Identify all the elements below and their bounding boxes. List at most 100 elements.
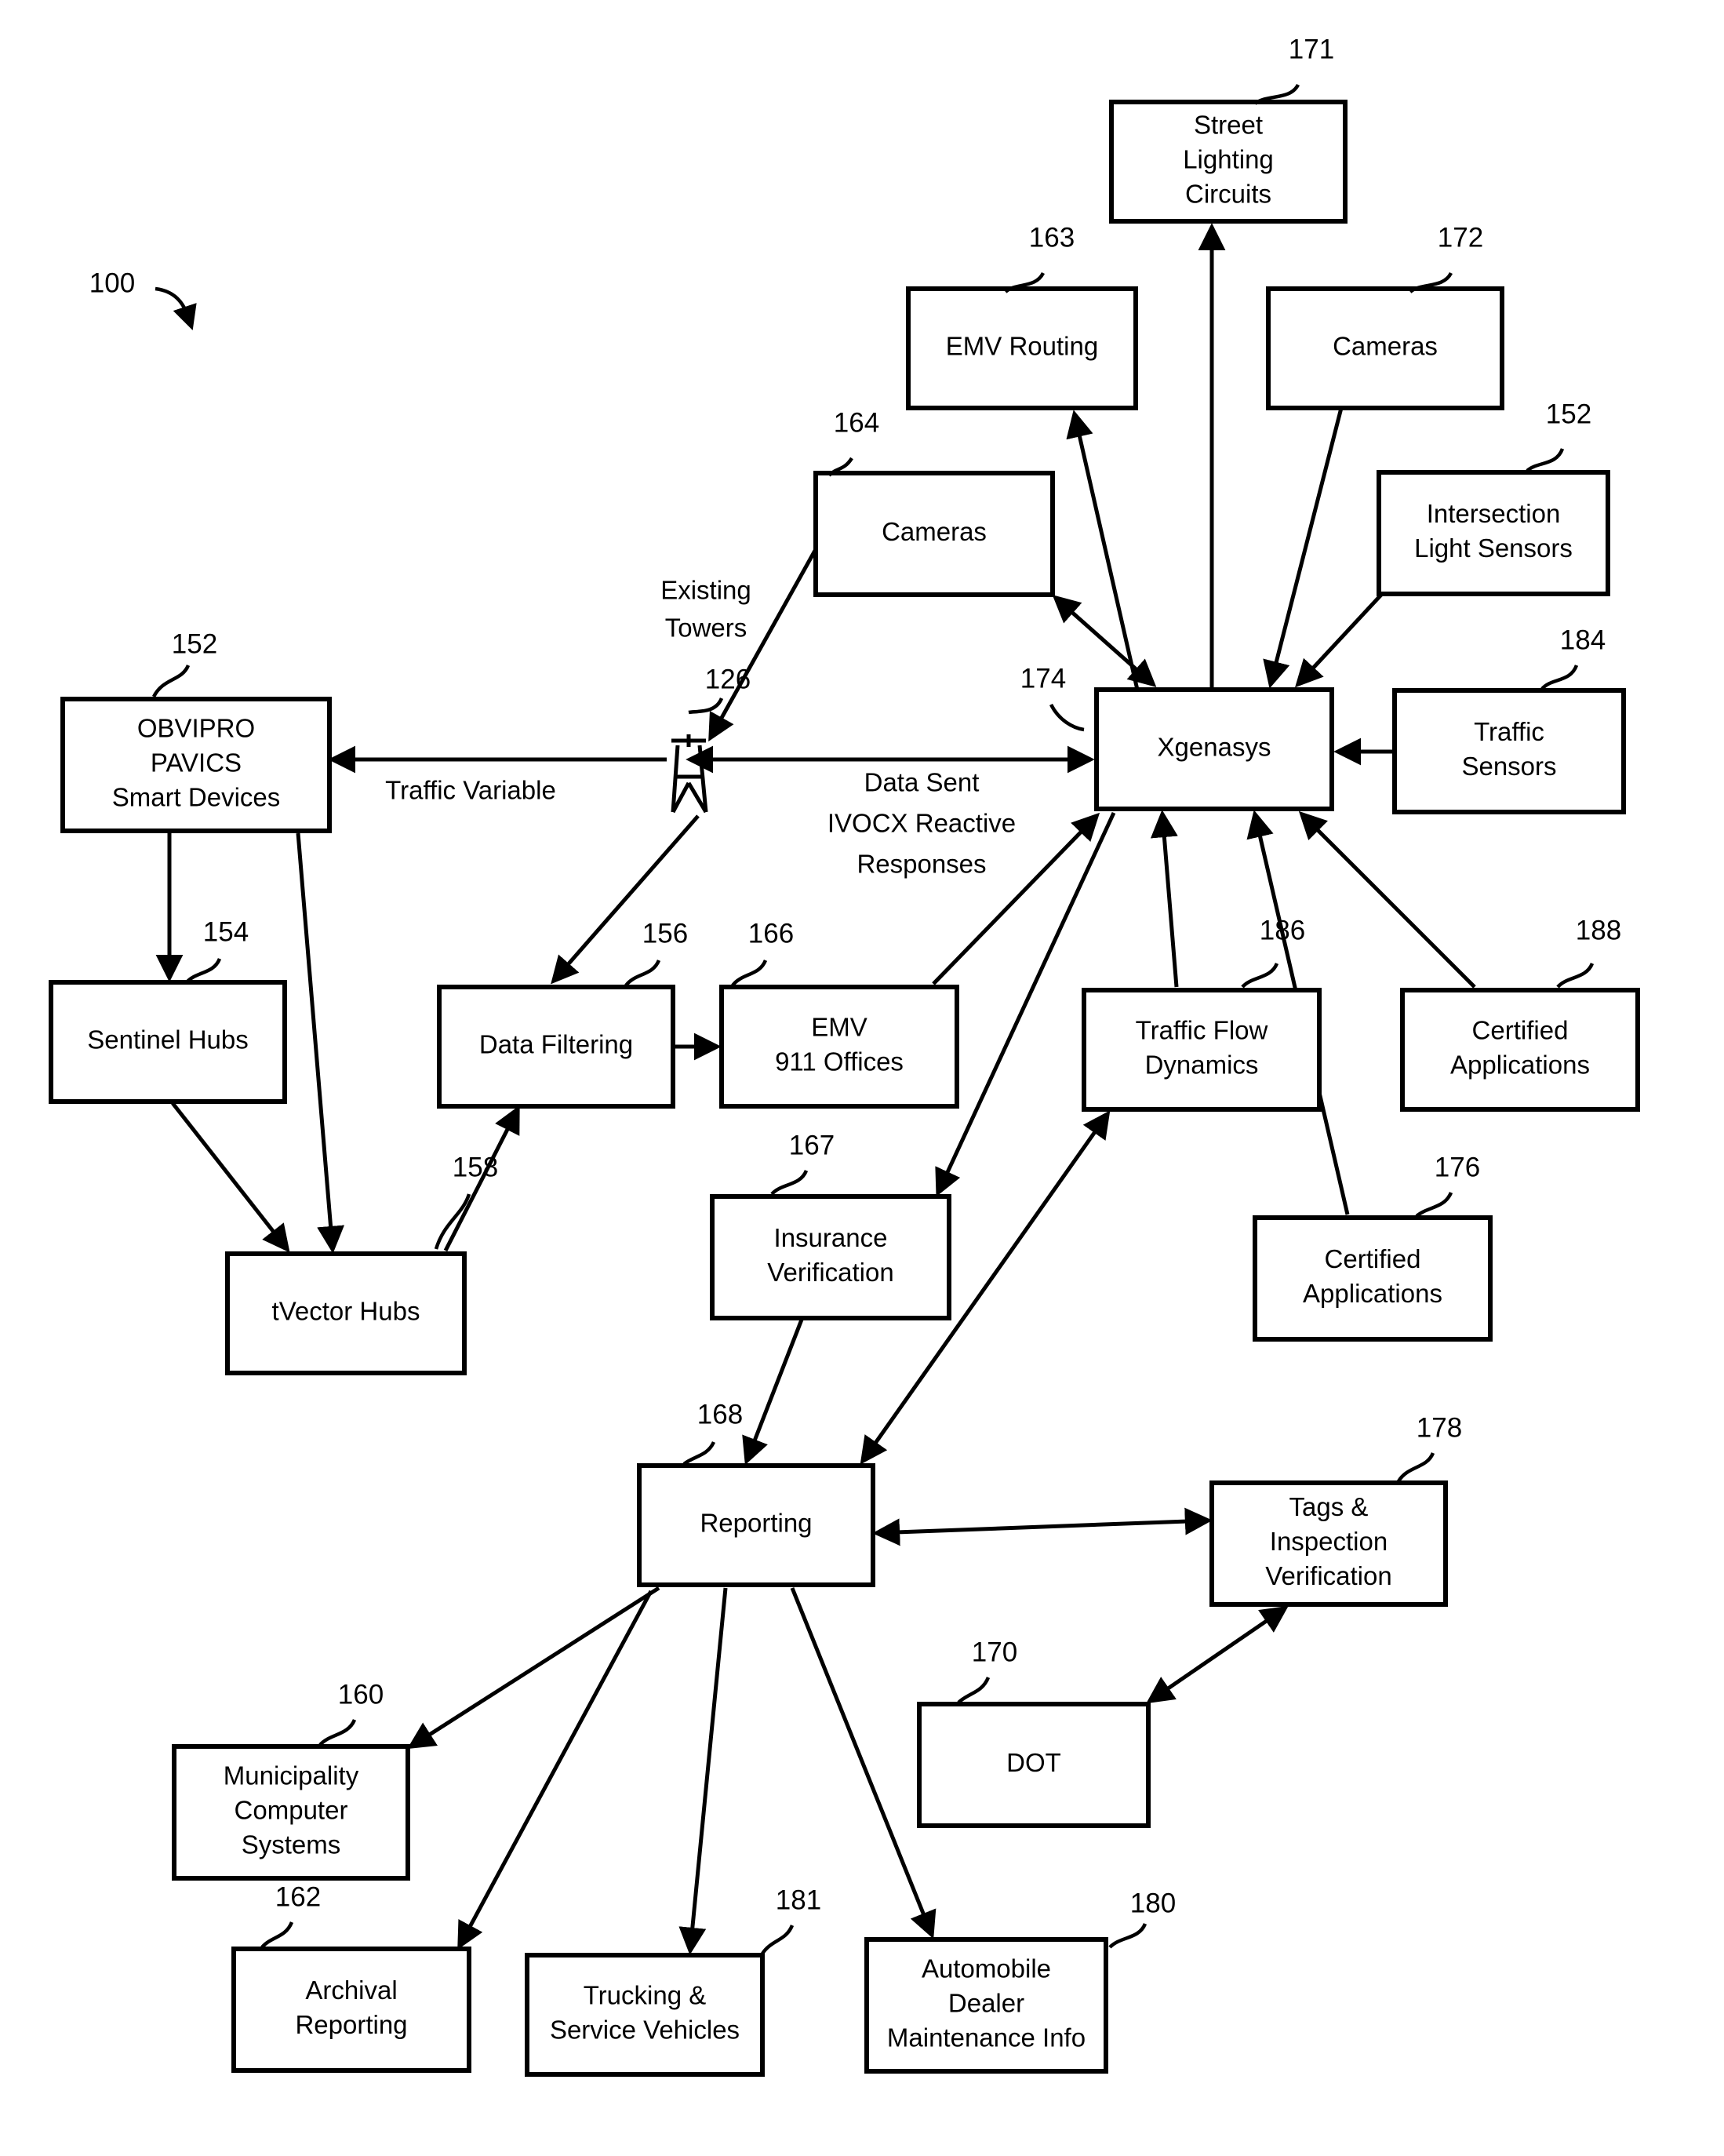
node-label-traffic-flow-dynamics: Dynamics xyxy=(1145,1051,1259,1080)
node-label-insurance-verification: Verification xyxy=(767,1258,893,1287)
leader-line-160-municipality-computer-systems xyxy=(318,1718,357,1746)
leader-line-186-traffic-flow-dynamics xyxy=(1241,962,1279,989)
node-label-traffic-flow-dynamics: Traffic Flow xyxy=(1136,1016,1268,1045)
node-emv-routing[interactable]: EMV Routing 163 xyxy=(906,222,1138,410)
node-label-certified-applications-176: Certified xyxy=(1325,1244,1421,1273)
node-tags-inspection-verification[interactable]: Tags & Inspection Verification 178 xyxy=(1209,1412,1462,1607)
connector-insurance-to-reporting xyxy=(742,1319,804,1466)
node-cameras-172[interactable]: Cameras 172 xyxy=(1266,222,1504,410)
node-certified-applications-188[interactable]: Certified Applications 188 xyxy=(1400,915,1640,1112)
cell-tower-icon xyxy=(671,734,708,814)
reference-numeral-162: 162 xyxy=(275,1881,321,1912)
leader-line-184-traffic-sensors xyxy=(1540,665,1579,690)
node-label-tags-inspection-verification: Verification xyxy=(1265,1561,1391,1590)
leader-line-154-sentinel-hubs xyxy=(185,957,222,984)
connector-xgenasys-to-emv-routing xyxy=(1066,410,1140,690)
node-obvipro-pavics[interactable]: OBVIPRO PAVICS Smart Devices 152 xyxy=(60,628,332,833)
leader-line-180-automobile-dealer-maintenance xyxy=(1108,1922,1148,1949)
figure-pointer-arrow xyxy=(155,286,197,330)
annotation-text-existing-towers: Existing xyxy=(660,576,751,605)
reference-numeral-188: 188 xyxy=(1576,915,1621,945)
reference-numeral-178: 178 xyxy=(1417,1412,1462,1443)
leader-line-156-data-filtering xyxy=(624,959,661,987)
node-label-tvector-hubs: tVector Hubs xyxy=(272,1297,420,1326)
leader-line-188-certified-applications-188 xyxy=(1556,962,1595,989)
leader-line-152-obvipro-pavics xyxy=(151,664,191,698)
connector-cameras172-to-xgenasys xyxy=(1263,407,1344,689)
node-dot[interactable]: DOT 170 xyxy=(917,1637,1151,1828)
reference-numeral-100: 100 xyxy=(89,268,135,298)
reference-numeral-171: 171 xyxy=(1289,34,1334,64)
node-municipality-computer-systems[interactable]: Municipality Computer Systems 160 xyxy=(172,1679,410,1881)
node-label-dot: DOT xyxy=(1006,1748,1061,1777)
tower-layer: 126 xyxy=(671,664,751,814)
annotation-text-data-sent-ivocx: Data Sent xyxy=(864,768,980,797)
node-label-obvipro-pavics: PAVICS xyxy=(151,748,242,778)
connector-dot-tags-bidir xyxy=(1146,1605,1289,1704)
node-automobile-dealer-maintenance[interactable]: Automobile Dealer Maintenance Info 180 xyxy=(864,1888,1176,2074)
node-certified-applications-176[interactable]: Certified Applications 176 xyxy=(1253,1152,1493,1342)
node-traffic-flow-dynamics[interactable]: Traffic Flow Dynamics 186 xyxy=(1082,915,1322,1112)
node-label-municipality-computer-systems: Systems xyxy=(242,1830,341,1859)
annotation-existing-towers: Existing Towers xyxy=(660,576,751,643)
leader-line-170-dot xyxy=(957,1677,991,1704)
node-intersection-light-sensors[interactable]: Intersection Light Sensors 152 xyxy=(1377,399,1610,596)
node-traffic-sensors[interactable]: Traffic Sensors 184 xyxy=(1392,625,1626,814)
node-tvector-hubs[interactable]: tVector Hubs 158 xyxy=(225,1152,498,1375)
connector-certified188-to-xgenasys xyxy=(1298,810,1476,989)
reference-numeral-164: 164 xyxy=(834,407,879,438)
reference-numeral-168: 168 xyxy=(697,1399,743,1429)
node-label-street-lighting-circuits: Circuits xyxy=(1185,180,1271,209)
free-labels-layer: Existing Towers Traffic Variable Data Sent I… xyxy=(385,576,1016,879)
connector-intersection-sensors-to-xgenasys xyxy=(1295,592,1384,688)
node-archival-reporting[interactable]: Archival Reporting 162 xyxy=(231,1881,471,2073)
node-xgenasys[interactable]: Xgenasys 174 xyxy=(1020,663,1334,811)
reference-numeral-152: 152 xyxy=(1546,399,1591,429)
node-data-filtering[interactable]: Data Filtering 156 xyxy=(437,918,688,1109)
node-label-trucking-service-vehicles: Trucking & xyxy=(584,1981,707,2010)
connector-traffic-flow-to-xgenasys xyxy=(1150,810,1179,988)
node-label-intersection-light-sensors: Intersection xyxy=(1427,499,1561,528)
node-label-sentinel-hubs: Sentinel Hubs xyxy=(87,1025,248,1054)
connector-reporting-to-archival xyxy=(457,1590,653,1950)
node-label-automobile-dealer-maintenance: Automobile xyxy=(922,1954,1051,1983)
connector-cameras164-xgenasys-bidir xyxy=(1052,595,1157,687)
node-emv-911-offices[interactable]: EMV 911 Offices 166 xyxy=(719,918,959,1109)
leader-line-174-xgenasys xyxy=(1049,703,1085,732)
reference-numeral-172: 172 xyxy=(1438,222,1483,253)
connector-reporting-to-municipality xyxy=(407,1586,660,1750)
node-label-trucking-service-vehicles: Service Vehicles xyxy=(550,2016,740,2045)
node-cameras-164[interactable]: Cameras 164 xyxy=(813,407,1055,597)
reference-numeral-181: 181 xyxy=(776,1885,821,1915)
leader-line-166-emv-911-offices xyxy=(731,959,768,987)
node-insurance-verification[interactable]: Insurance Verification 167 xyxy=(710,1130,951,1320)
node-reporting[interactable]: Reporting 168 xyxy=(637,1399,875,1587)
connector-reporting-tags-bidir xyxy=(872,1507,1213,1546)
connector-obvipro-to-tvector xyxy=(296,832,345,1254)
reference-numeral-167: 167 xyxy=(789,1130,835,1160)
node-trucking-service-vehicles[interactable]: Trucking & Service Vehicles 181 xyxy=(525,1885,821,2077)
node-label-municipality-computer-systems: Municipality xyxy=(224,1761,359,1790)
connector-reporting-to-automobile xyxy=(790,1587,937,1939)
node-label-emv-routing: EMV Routing xyxy=(946,332,1098,361)
node-label-cameras-172: Cameras xyxy=(1333,332,1438,361)
nodes-layer: Street Lighting Circuits 171 EMV Routing 163 C… xyxy=(49,34,1640,2077)
annotation-data-sent-ivocx: Data Sent IVOCX Reactive Responses xyxy=(827,768,1016,879)
reference-numeral-184: 184 xyxy=(1560,625,1606,655)
node-label-emv-911-offices: EMV xyxy=(811,1013,867,1042)
figure-reference-100: 100 xyxy=(89,268,197,330)
node-street-lighting-circuits[interactable]: Street Lighting Circuits 171 xyxy=(1109,34,1348,224)
leader-line-168-reporting xyxy=(682,1440,716,1466)
reference-numeral-158: 158 xyxy=(453,1152,498,1182)
reference-numeral-126: 126 xyxy=(705,664,751,694)
reference-numeral-156: 156 xyxy=(642,918,688,949)
node-label-xgenasys: Xgenasys xyxy=(1158,733,1271,762)
annotation-text-existing-towers: Towers xyxy=(665,614,747,643)
node-label-tags-inspection-verification: Inspection xyxy=(1270,1527,1388,1556)
node-label-certified-applications-176: Applications xyxy=(1303,1279,1442,1308)
leader-line-181-trucking-service-vehicles xyxy=(761,1925,795,1955)
annotation-traffic-variable: Traffic Variable xyxy=(385,776,556,805)
reference-numeral-163: 163 xyxy=(1029,222,1075,253)
node-label-automobile-dealer-maintenance: Maintenance Info xyxy=(887,2023,1086,2052)
connector-reporting-to-trucking xyxy=(678,1587,728,1955)
